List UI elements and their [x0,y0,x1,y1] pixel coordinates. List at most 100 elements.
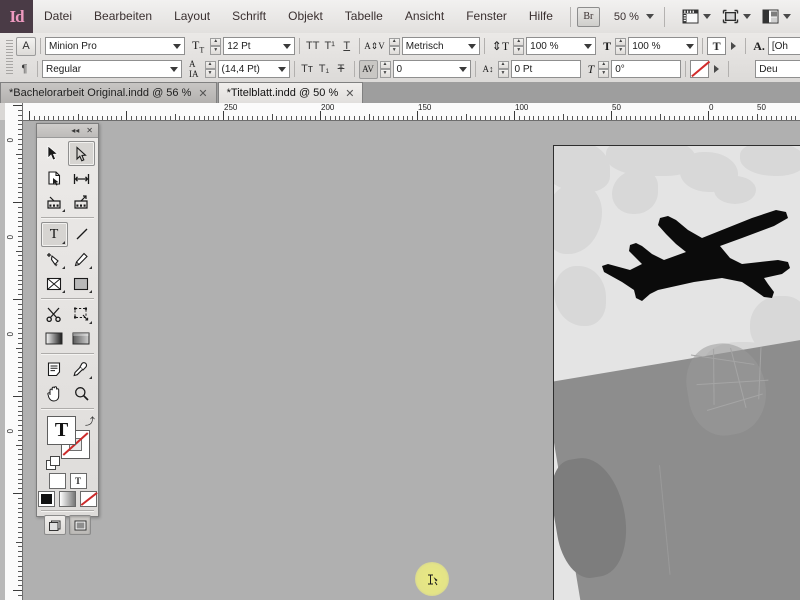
strikethrough-button[interactable]: Ŧ [333,61,350,78]
chevron-down-icon[interactable] [277,67,286,72]
font-size-field[interactable]: 12 Pt [223,37,296,55]
fill-flyout-arrow[interactable] [731,42,737,50]
chevron-down-icon[interactable] [703,14,711,19]
horizontal-scale-field[interactable]: 100 % [628,37,699,55]
skew-stepper[interactable]: ▲ ▼ [598,60,610,78]
kerning-field[interactable]: Metrisch [401,37,480,55]
underline-button[interactable]: T [338,38,355,55]
document-canvas[interactable] [23,121,800,600]
screen-mode-dropdown[interactable] [722,9,751,25]
close-icon[interactable]: ✕ [198,87,207,100]
baseline-shift-stepper[interactable]: ▲ ▼ [497,60,509,78]
formatting-affects-container-button[interactable] [48,473,66,489]
chevron-down-icon[interactable] [584,44,593,49]
chevron-down-icon[interactable] [783,14,791,19]
gradient-swatch-tool[interactable] [42,327,67,350]
subscript-button[interactable]: T₁ [316,61,333,78]
toolbox-header[interactable]: ◂◂ ✕ [37,124,98,138]
stroke-color-swatch[interactable] [690,60,710,78]
menu-datei[interactable]: Datei [33,0,83,33]
apply-gradient-button[interactable] [59,491,76,507]
line-tool[interactable] [70,222,95,245]
chevron-down-icon[interactable] [170,67,178,72]
pen-tool[interactable] [42,248,67,271]
menu-layout[interactable]: Layout [163,0,221,33]
tracking-field[interactable]: 0 [392,60,471,78]
gradient-feather-tool[interactable] [69,327,94,350]
page-tool[interactable] [42,167,67,190]
gap-tool[interactable] [69,167,94,190]
hand-tool[interactable] [42,382,67,405]
type-tool[interactable]: T [40,222,68,247]
vertical-ruler[interactable]: 0 0 0 0 [5,103,23,600]
vertical-scale-field[interactable]: 100 % [526,37,597,55]
bridge-button[interactable]: Br [576,6,600,27]
menu-hilfe[interactable]: Hilfe [518,0,564,33]
collapse-icon[interactable]: ◂◂ [71,126,79,135]
swap-fill-stroke-icon[interactable]: ⤴ [85,413,95,428]
menu-ansicht[interactable]: Ansicht [394,0,455,33]
fill-color-swatch[interactable]: T [707,37,727,55]
stroke-flyout-arrow[interactable] [714,65,720,73]
zoom-control[interactable]: 50 % [614,11,654,23]
horizontal-ruler[interactable]: 250 200 150 100 50 0 50 [22,103,800,121]
fill-swatch[interactable]: T [47,416,76,445]
leading-stepper[interactable]: ▲ ▼ [204,60,216,78]
font-family-field[interactable]: Minion Pro [45,37,185,55]
chevron-down-icon[interactable] [283,44,292,49]
all-caps-button[interactable]: TT [304,38,321,55]
skew-field[interactable]: 0° [611,60,682,78]
eyedropper-tool[interactable] [69,358,94,381]
tracking-stepper[interactable]: ▲ ▼ [379,60,391,78]
scissors-tool[interactable] [42,303,67,326]
language-field[interactable]: Deu [755,60,800,78]
horizontal-scale-stepper[interactable]: ▲ ▼ [615,37,627,55]
close-icon[interactable]: ✕ [86,126,93,135]
free-transform-tool[interactable] [69,303,94,326]
menu-schrift[interactable]: Schrift [221,0,277,33]
apply-none-button[interactable] [80,491,97,507]
view-options-dropdown[interactable] [682,9,711,25]
workspace-switcher-dropdown[interactable] [762,9,791,25]
direct-selection-tool[interactable] [67,141,95,166]
paragraph-style-field[interactable]: [Oh [767,37,800,55]
chevron-down-icon[interactable] [686,44,695,49]
apply-color-button[interactable] [38,491,55,507]
selection-tool[interactable] [41,141,66,164]
default-fill-stroke-icon[interactable] [46,456,60,470]
fill-stroke-control[interactable]: T ⤴ [37,413,98,471]
pencil-tool[interactable] [69,248,94,271]
font-size-stepper[interactable]: ▲ ▼ [210,37,222,55]
menu-bearbeiten[interactable]: Bearbeiten [83,0,163,33]
paragraph-formatting-button[interactable]: ¶ [16,61,33,78]
chevron-down-icon[interactable] [173,44,181,49]
frame-tool[interactable] [42,272,67,295]
superscript-button[interactable]: T¹ [321,38,338,55]
document-tab-bachelorarbeit[interactable]: *Bachelorarbeit Original.indd @ 56 % ✕ [0,82,217,103]
leading-field[interactable]: (14,4 Pt) [217,60,290,78]
chevron-down-icon[interactable] [467,44,476,49]
menu-tabelle[interactable]: Tabelle [334,0,394,33]
zoom-tool[interactable] [69,382,94,405]
document-tab-titelblatt[interactable]: *Titelblatt.indd @ 50 % ✕ [217,82,364,103]
content-placer-tool[interactable] [69,191,94,214]
kerning-stepper[interactable]: ▲ ▼ [388,37,400,55]
rectangle-tool[interactable] [69,272,94,295]
chevron-down-icon[interactable] [743,14,751,19]
vertical-scale-stepper[interactable]: ▲ ▼ [513,37,525,55]
note-tool[interactable] [42,358,67,381]
close-icon[interactable]: ✕ [345,87,354,100]
font-style-field[interactable]: Regular [42,60,182,78]
chevron-down-icon[interactable] [645,14,654,19]
normal-screen-mode-button[interactable] [44,515,66,535]
character-formatting-button[interactable]: A [16,36,36,56]
baseline-shift-field[interactable]: 0 Pt [510,60,581,78]
toolbox-panel[interactable]: ◂◂ ✕ T T ⤴ T [36,123,99,535]
chevron-down-icon[interactable] [458,67,467,72]
menu-fenster[interactable]: Fenster [455,0,518,33]
preview-screen-mode-button[interactable] [69,515,91,535]
content-collector-tool[interactable] [42,191,67,214]
document-page[interactable] [553,145,800,600]
small-caps-button[interactable]: Tт [299,61,316,78]
menu-objekt[interactable]: Objekt [277,0,334,33]
